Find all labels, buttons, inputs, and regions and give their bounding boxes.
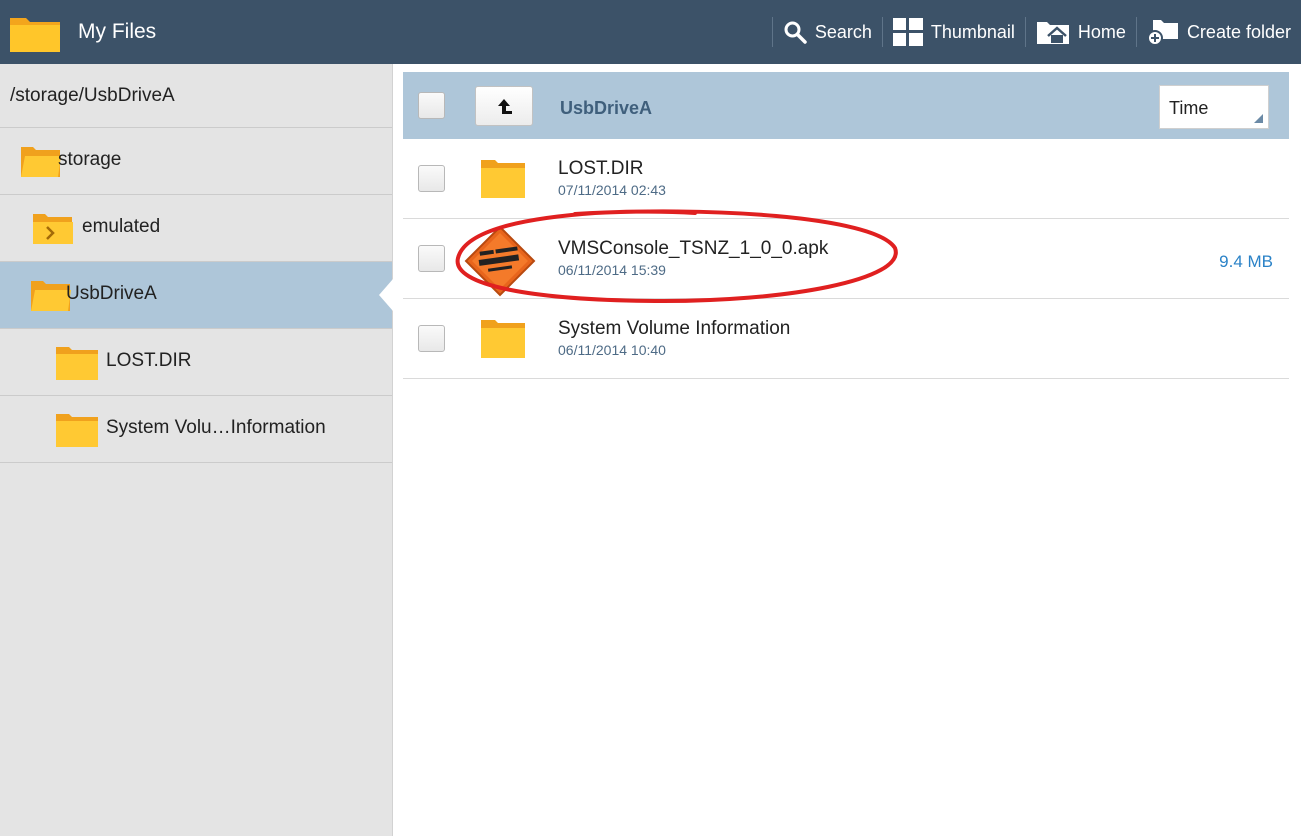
create-folder-label: Create folder [1186, 21, 1291, 42]
sidebar-item-label: UsbDriveA [66, 283, 157, 304]
sidebar-item-emulated[interactable]: emulated [0, 195, 392, 262]
search-button[interactable]: Search [773, 0, 882, 64]
search-label: Search [814, 21, 872, 42]
folder-expand-icon [33, 214, 73, 244]
my-files-app-icon [10, 18, 60, 52]
thumbnail-button[interactable]: Thumbnail [883, 0, 1025, 64]
sidebar-item-label: LOST.DIR [106, 350, 192, 371]
sidebar-item-lost-dir[interactable]: LOST.DIR [0, 329, 392, 396]
create-folder-icon [1146, 20, 1178, 46]
home-button[interactable]: Home [1026, 0, 1136, 64]
search-icon [784, 21, 807, 44]
folder-icon [481, 160, 525, 198]
sort-selected-value: Time [1169, 98, 1209, 118]
selection-pointer [379, 279, 393, 311]
folder-open-icon [21, 147, 61, 177]
current-folder-title: UsbDriveA [560, 98, 653, 118]
file-row-lost-dir[interactable]: LOST.DIR 07/11/2014 02:43 [403, 140, 1289, 219]
sidebar-item-label: storage [58, 149, 122, 170]
folder-icon [56, 347, 98, 380]
file-date: 06/11/2014 15:39 [558, 262, 666, 278]
sidebar-item-label: emulated [82, 216, 161, 237]
toolbar-actions: Search Thumbnail Home Create folder [771, 0, 1301, 64]
file-name: System Volume Information [558, 318, 791, 339]
dropdown-corner-icon [1254, 114, 1263, 123]
traffic-signs-app-icon [464, 225, 536, 297]
list-header: UsbDriveA Time [403, 72, 1289, 139]
row-checkbox[interactable] [418, 325, 445, 352]
action-bar: My Files Search Thumbnail Home Create fo… [0, 0, 1301, 64]
sort-dropdown[interactable]: Time [1159, 85, 1269, 129]
current-path: /storage/UsbDriveA [0, 64, 392, 128]
row-checkbox[interactable] [418, 165, 445, 192]
app-title: My Files [78, 20, 157, 43]
file-date: 07/11/2014 02:43 [558, 182, 666, 198]
file-row-vmsconsole-apk[interactable]: VMSConsole_TSNZ_1_0_0.apk 06/11/2014 15:… [403, 220, 1289, 299]
folder-icon [56, 414, 98, 447]
file-row-system-volume-information[interactable]: System Volume Information 06/11/2014 10:… [403, 300, 1289, 379]
file-name: LOST.DIR [558, 158, 644, 179]
create-folder-button[interactable]: Create folder [1137, 0, 1301, 64]
file-size: 9.4 MB [1219, 252, 1273, 271]
current-path-label: /storage/UsbDriveA [10, 85, 175, 106]
sidebar-item-system-volume-information[interactable]: System Volu…Information [0, 396, 392, 463]
sidebar-item-storage[interactable]: storage [0, 128, 392, 195]
my-files-app: My Files Search Thumbnail Home Create fo… [0, 0, 1301, 836]
file-name: VMSConsole_TSNZ_1_0_0.apk [558, 238, 829, 259]
file-date: 06/11/2014 10:40 [558, 342, 666, 358]
folder-tree-sidebar: /storage/UsbDriveA storage emulated UsbD… [0, 64, 393, 836]
up-folder-button[interactable] [475, 86, 533, 126]
arrow-up-icon [498, 99, 512, 114]
select-all-checkbox[interactable] [418, 92, 445, 119]
sidebar-item-label: System Volu…Information [106, 417, 326, 438]
file-list-panel: UsbDriveA Time LOST.DIR 07/11/2014 02:43 [393, 64, 1301, 836]
sidebar-item-usbdrivea[interactable]: UsbDriveA [0, 262, 393, 329]
home-folder-icon [1036, 22, 1069, 44]
row-checkbox[interactable] [418, 245, 445, 272]
home-label: Home [1077, 21, 1126, 42]
folder-icon [481, 320, 525, 358]
grid-icon [892, 18, 923, 46]
thumbnail-label: Thumbnail [930, 21, 1015, 42]
